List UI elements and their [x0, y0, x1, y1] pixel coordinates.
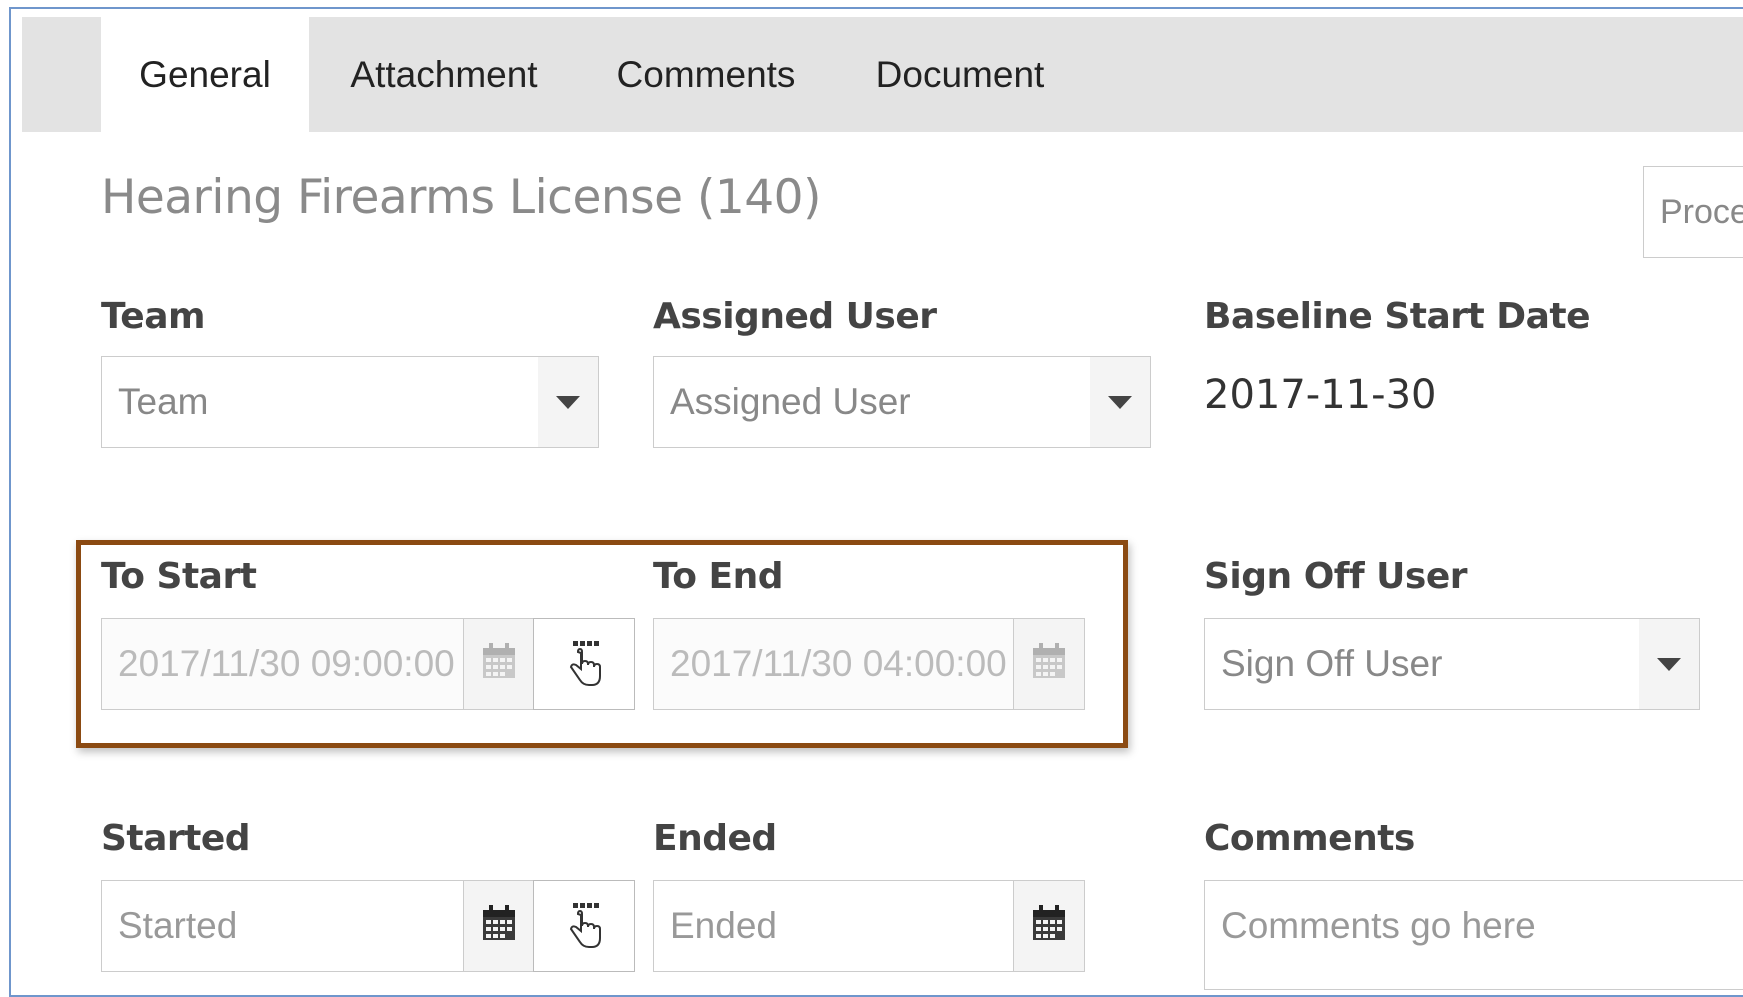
team-label: Team	[101, 296, 206, 337]
tab-document[interactable]: Document	[860, 17, 1060, 132]
chevron-down-icon[interactable]	[1090, 357, 1150, 447]
tab-attachment[interactable]: Attachment	[330, 17, 558, 132]
sign-off-user-placeholder: Sign Off User	[1221, 643, 1443, 684]
page-title: Hearing Firearms License (140)	[101, 170, 821, 225]
team-placeholder: Team	[118, 381, 209, 422]
ended-label: Ended	[653, 818, 777, 859]
set-now-button[interactable]	[533, 880, 635, 972]
started-input[interactable]: Started	[101, 880, 535, 972]
highlight-box	[76, 540, 1128, 748]
started-label: Started	[101, 818, 251, 859]
window-frame	[9, 7, 1743, 997]
assigned-user-placeholder: Assigned User	[670, 381, 911, 422]
calendar-icon[interactable]	[463, 881, 534, 971]
chevron-down-icon[interactable]	[538, 357, 598, 447]
sign-off-user-label: Sign Off User	[1204, 556, 1468, 597]
calendar-icon[interactable]	[1013, 881, 1084, 971]
ended-placeholder: Ended	[670, 905, 777, 946]
hand-pointer-icon	[569, 903, 601, 948]
tab-comments[interactable]: Comments	[600, 17, 812, 132]
comments-placeholder: Comments go here	[1221, 905, 1536, 946]
process-dropdown[interactable]: Proce	[1643, 166, 1743, 258]
baseline-start-date-value: 2017-11-30	[1204, 372, 1437, 418]
assigned-user-select[interactable]: Assigned User	[653, 356, 1151, 448]
comments-label: Comments	[1204, 818, 1415, 859]
comments-textarea[interactable]: Comments go here	[1204, 880, 1743, 990]
started-placeholder: Started	[118, 905, 238, 946]
tab-general[interactable]: General	[101, 17, 309, 132]
baseline-start-date-label: Baseline Start Date	[1204, 296, 1591, 337]
assigned-user-label: Assigned User	[653, 296, 937, 337]
sign-off-user-select[interactable]: Sign Off User	[1204, 618, 1700, 710]
team-select[interactable]: Team	[101, 356, 599, 448]
chevron-down-icon[interactable]	[1639, 619, 1699, 709]
ended-input[interactable]: Ended	[653, 880, 1085, 972]
